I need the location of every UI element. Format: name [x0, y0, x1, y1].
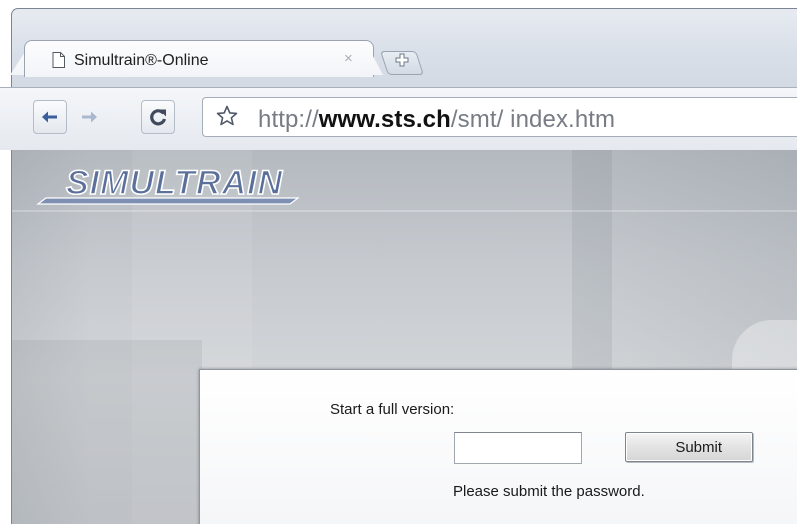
login-prompt: Start a full version: — [330, 401, 455, 418]
screenshot: Simultrain®-Online × http://www.sts.ch/s… — [0, 0, 797, 524]
reload-icon — [150, 109, 167, 126]
tab-close-icon[interactable]: × — [344, 50, 353, 67]
star-icon — [216, 105, 238, 126]
password-input[interactable] — [454, 432, 582, 464]
tab-title: Simultrain®-Online — [74, 52, 209, 69]
submit-button[interactable]: Submit — [625, 432, 753, 462]
url-host: www.sts.ch — [318, 106, 451, 133]
back-arrow-icon — [42, 111, 57, 123]
forward-arrow-icon — [82, 111, 97, 123]
url-scheme: http:// — [258, 106, 319, 133]
url-path: /smt/ — [450, 106, 504, 133]
url-file: index.htm — [503, 106, 616, 133]
reload-button[interactable] — [141, 100, 175, 134]
back-button[interactable] — [33, 100, 67, 134]
background-shadow — [12, 340, 202, 524]
password-hint: Please submit the password. — [453, 483, 645, 500]
bookmark-button[interactable] — [212, 102, 244, 132]
background-light-line — [12, 210, 797, 212]
page-icon — [52, 52, 65, 68]
address-url[interactable]: http://www.sts.ch/smt/ index.htm — [258, 106, 615, 134]
new-tab-icon[interactable] — [394, 52, 410, 68]
forward-button[interactable] — [72, 100, 106, 134]
logo-text: SIMULTRAIN — [66, 164, 284, 202]
simultrain-logo: SIMULTRAIN — [36, 163, 300, 205]
